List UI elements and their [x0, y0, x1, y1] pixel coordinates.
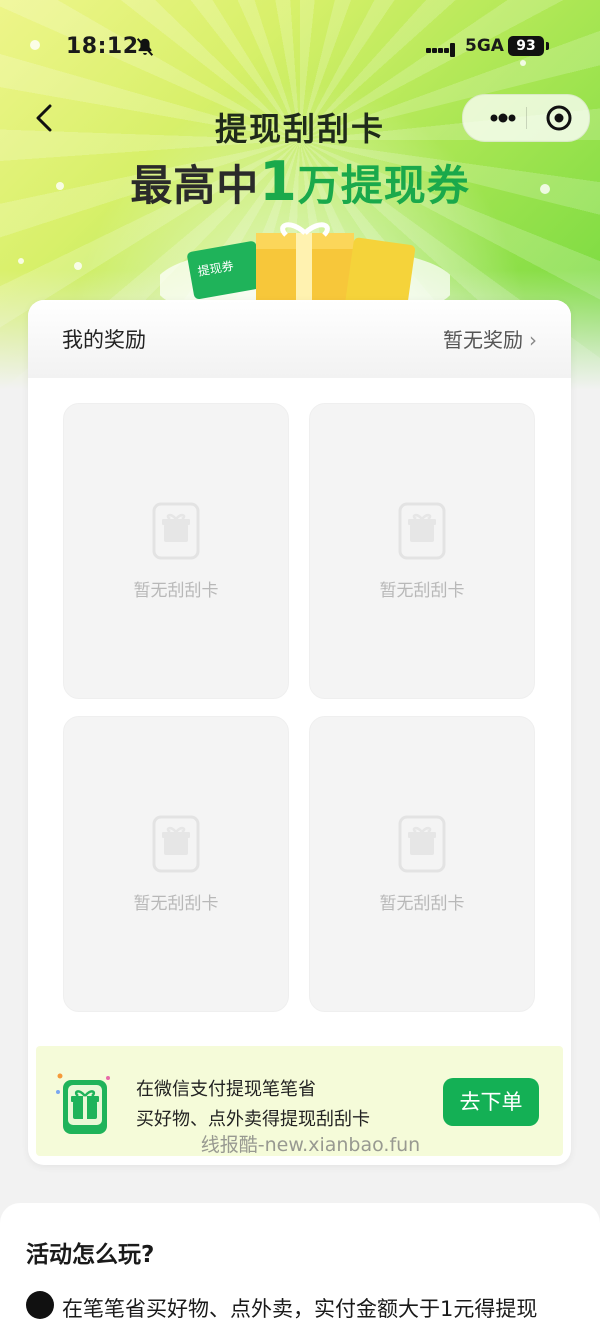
gift-phone-icon [56, 1073, 110, 1134]
battery-tip [546, 42, 549, 50]
gift-card-icon [398, 502, 446, 560]
clock: 18:12 [66, 34, 139, 59]
watermark: 线报酷-new.xianbao.fun [200, 1134, 421, 1156]
page-title: 提现刮刮卡 [214, 110, 385, 148]
gift-card-icon [152, 502, 200, 560]
rewards-header[interactable]: 我的奖励 暂无奖励 › [28, 300, 571, 378]
howto-step-1: 在笔笔省买好物、点外卖，实付金额大于1元得提现 [62, 1297, 538, 1321]
place-order-button[interactable]: 去下单 [443, 1078, 539, 1126]
promo-line-2: 买好物、点外卖得提现刮刮卡 [136, 1109, 370, 1130]
slot-label: 暂无刮刮卡 [379, 894, 465, 914]
rewards-status-link[interactable]: 暂无奖励 › [443, 324, 537, 353]
scratch-card-slot: 暂无刮刮卡 [63, 403, 289, 699]
signal-icon [426, 38, 456, 57]
gift-card-icon [152, 815, 200, 873]
subtitle-suffix: 万提现券 [297, 161, 470, 210]
battery-icon: 93 [508, 36, 544, 56]
scratch-card-slot: 暂无刮刮卡 [63, 716, 289, 1012]
subtitle-prefix: 最高中 [130, 161, 260, 210]
rewards-status: 暂无奖励 [443, 328, 523, 352]
step-bullet [26, 1291, 54, 1319]
gift-card-icon [398, 815, 446, 873]
bell-muted-icon [136, 38, 154, 56]
subtitle-number: 1 [259, 150, 298, 213]
howto-title: 活动怎么玩? [26, 1242, 155, 1268]
status-bar: 18:12 5GA 93 [0, 28, 600, 68]
sparkle [18, 258, 24, 264]
chevron-right-icon: › [529, 328, 537, 352]
scratch-card-slot: 暂无刮刮卡 [309, 716, 535, 1012]
page-subtitle: 最高中1万提现券 [0, 150, 600, 213]
gift-illustration: 提现券 [160, 222, 450, 310]
slot-label: 暂无刮刮卡 [133, 581, 219, 601]
slot-label: 暂无刮刮卡 [379, 581, 465, 601]
sparkle [74, 262, 82, 270]
scratch-card-slot: 暂无刮刮卡 [309, 403, 535, 699]
promo-line-1: 在微信支付提现笔笔省 [136, 1079, 316, 1100]
network-type: 5GA [465, 36, 504, 56]
rewards-card: 我的奖励 暂无奖励 › 暂无刮刮卡 暂无刮刮卡 暂无刮刮卡 暂无刮刮卡 在微信支… [28, 300, 571, 1165]
howto-section: 活动怎么玩? 在笔笔省买好物、点外卖，实付金额大于1元得提现 [0, 1203, 600, 1323]
slot-label: 暂无刮刮卡 [133, 894, 219, 914]
rewards-title: 我的奖励 [62, 328, 146, 352]
